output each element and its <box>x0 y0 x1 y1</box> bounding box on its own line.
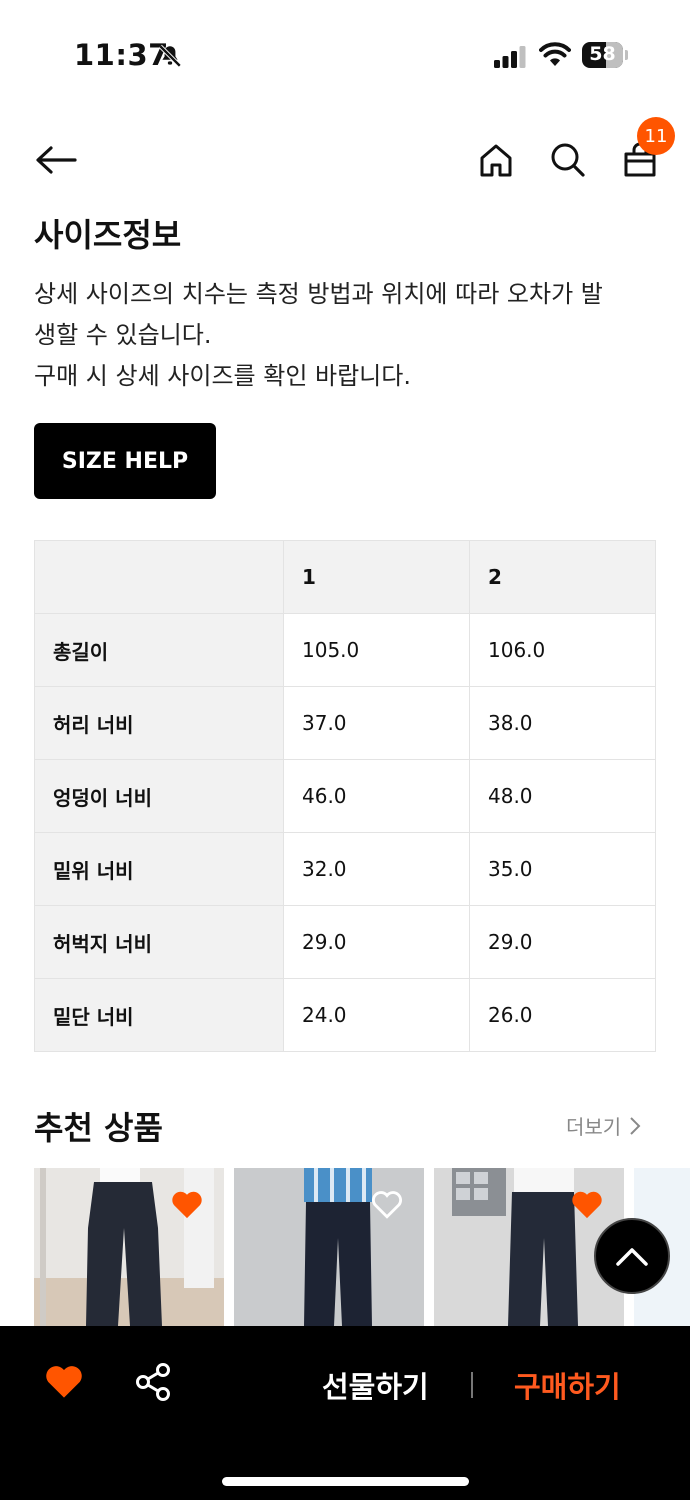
more-link[interactable]: 더보기 <box>566 1111 641 1140</box>
table-row: 허벅지 너비 29.0 29.0 <box>34 905 656 979</box>
home-icon <box>480 144 512 177</box>
table-row: 허리 너비 37.0 38.0 <box>34 686 656 760</box>
status-bar: 11:37 58 <box>0 0 690 110</box>
size-help-button[interactable]: SIZE HELP <box>34 423 216 499</box>
search-icon <box>551 143 585 177</box>
table-cell: 29.0 <box>469 905 656 979</box>
table-row: 엉덩이 너비 46.0 48.0 <box>34 759 656 833</box>
scroll-top-button[interactable] <box>594 1218 670 1294</box>
description-line: 상세 사이즈의 치수는 측정 방법과 위치에 따라 오차가 발 <box>34 280 603 308</box>
row-label: 허벅지 너비 <box>34 905 284 979</box>
row-label: 허리 너비 <box>34 686 284 760</box>
buy-button[interactable]: 구매하기 <box>514 1364 621 1406</box>
like-button[interactable] <box>44 1362 84 1404</box>
cellular-signal-icon <box>494 46 526 72</box>
table-header-cell <box>34 540 284 614</box>
more-label: 더보기 <box>566 1115 622 1139</box>
table-cell: 32.0 <box>283 832 470 906</box>
bell-muted-icon <box>157 43 183 73</box>
gift-button[interactable]: 선물하기 <box>322 1364 429 1406</box>
battery-icon: 58 <box>582 42 628 68</box>
table-cell: 105.0 <box>283 613 470 687</box>
table-header-row: 1 2 <box>34 540 656 614</box>
status-time: 11:37 <box>74 38 169 72</box>
chevron-right-icon <box>630 1116 641 1135</box>
table-row: 밑단 너비 24.0 26.0 <box>34 978 656 1052</box>
description-line: 구매 시 상세 사이즈를 확인 바랍니다. <box>34 362 411 390</box>
divider <box>471 1372 473 1398</box>
home-indicator <box>222 1477 469 1486</box>
heart-filled-icon[interactable] <box>570 1188 604 1224</box>
table-cell: 38.0 <box>469 686 656 760</box>
table-cell: 35.0 <box>469 832 656 906</box>
description-line: 생할 수 있습니다. <box>34 321 212 349</box>
size-table: 1 2 총길이 105.0 106.0 허리 너비 37.0 38.0 엉덩이 … <box>34 540 656 1052</box>
battery-percent: 58 <box>589 43 616 65</box>
row-label: 밑위 너비 <box>34 832 284 906</box>
row-label: 엉덩이 너비 <box>34 759 284 833</box>
table-row: 총길이 105.0 106.0 <box>34 613 656 687</box>
table-cell: 26.0 <box>469 978 656 1052</box>
table-cell: 37.0 <box>283 686 470 760</box>
bottom-action-bar: 선물하기 구매하기 <box>0 1326 690 1500</box>
table-cell: 106.0 <box>469 613 656 687</box>
chevron-up-icon <box>616 1248 648 1266</box>
row-label: 밑단 너비 <box>34 978 284 1052</box>
product-card[interactable] <box>234 1168 424 1326</box>
share-button[interactable] <box>134 1362 172 1406</box>
wifi-icon <box>539 42 571 72</box>
table-cell: 24.0 <box>283 978 470 1052</box>
size-info-title: 사이즈정보 <box>34 216 182 254</box>
home-button[interactable] <box>472 136 520 184</box>
top-nav <box>0 120 690 200</box>
recommended-products <box>34 1168 690 1326</box>
arrow-left-icon <box>36 146 77 174</box>
table-cell: 48.0 <box>469 759 656 833</box>
size-info-description: 상세 사이즈의 치수는 측정 방법과 위치에 따라 오차가 발 생할 수 있습니… <box>34 274 664 397</box>
cart-count-badge: 11 <box>637 117 675 155</box>
row-label: 총길이 <box>34 613 284 687</box>
heart-outline-icon[interactable] <box>370 1188 404 1224</box>
heart-filled-icon[interactable] <box>170 1188 204 1224</box>
back-button[interactable] <box>32 136 80 184</box>
table-header-cell: 1 <box>283 540 470 614</box>
table-cell: 29.0 <box>283 905 470 979</box>
heart-filled-icon <box>46 1366 82 1398</box>
recommended-title: 추천 상품 <box>34 1109 163 1147</box>
table-cell: 46.0 <box>283 759 470 833</box>
table-row: 밑위 너비 32.0 35.0 <box>34 832 656 906</box>
product-card[interactable] <box>34 1168 224 1326</box>
search-button[interactable] <box>544 136 592 184</box>
share-icon <box>136 1363 170 1401</box>
table-header-cell: 2 <box>469 540 656 614</box>
